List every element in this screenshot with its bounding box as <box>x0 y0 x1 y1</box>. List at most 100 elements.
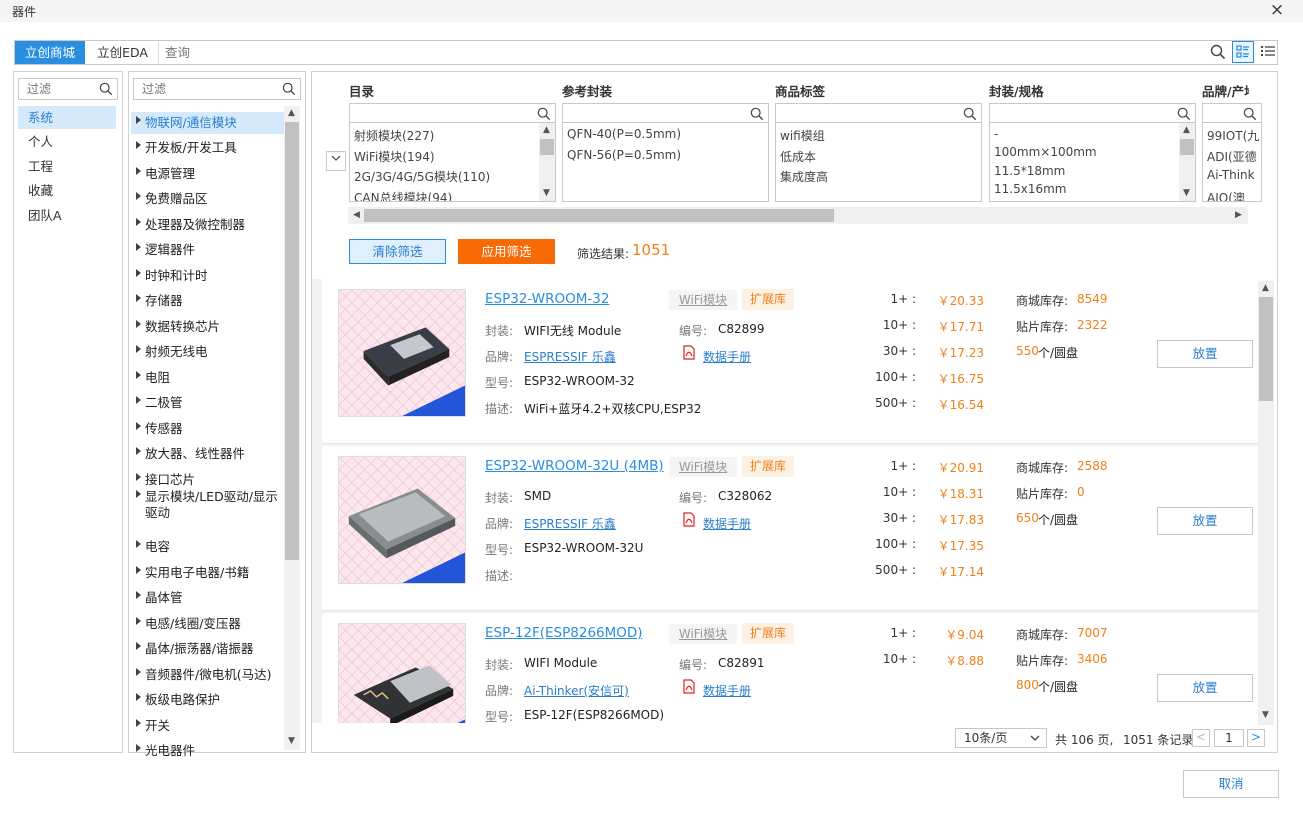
scrollbar-thumb[interactable] <box>540 139 554 155</box>
filter-column-search[interactable] <box>989 103 1196 124</box>
category-tag[interactable]: WiFi模块 <box>669 457 737 477</box>
filter-option[interactable]: wifi模组 <box>780 127 825 144</box>
scroll-up-icon[interactable]: ▲ <box>540 124 553 137</box>
filter-option[interactable]: ADI(亚德 <box>1207 148 1257 165</box>
category-item[interactable]: 免费赠品区 <box>131 188 284 210</box>
next-page-button[interactable]: > <box>1247 729 1265 747</box>
apply-filters-button[interactable]: 应用筛选 <box>458 239 555 264</box>
category-item[interactable]: 存储器 <box>131 290 284 312</box>
category-item[interactable]: 晶体管 <box>131 587 284 609</box>
filter-option[interactable]: 2G/3G/4G/5G模块(110) <box>354 168 490 185</box>
brand-value-link[interactable]: ESPRESSIF 乐鑫 <box>524 515 616 532</box>
scroll-up-icon[interactable]: ▲ <box>1259 282 1272 295</box>
filter-option[interactable]: 11.5x16mm <box>994 182 1066 196</box>
list-view-icon[interactable] <box>1258 41 1280 63</box>
filter-option[interactable]: WiFi模块(194) <box>354 148 435 165</box>
scroll-down-icon[interactable]: ▼ <box>540 187 553 200</box>
product-name-link[interactable]: ESP32-WROOM-32U (4MB) <box>485 458 664 474</box>
scroll-right-icon[interactable]: ▶ <box>1232 209 1245 222</box>
filter-option[interactable]: 100mm×100mm <box>994 145 1097 159</box>
category-filter-input[interactable] <box>142 81 259 97</box>
category-item[interactable]: 电容 <box>131 536 284 558</box>
category-item[interactable]: 音频器件/微电机(马达) <box>131 664 284 686</box>
scroll-down-icon[interactable]: ▼ <box>1259 709 1272 722</box>
category-item[interactable]: 电源管理 <box>131 163 284 185</box>
search-input[interactable] <box>165 43 1205 62</box>
library-item-personal[interactable]: 个人 <box>18 130 116 153</box>
datasheet-link[interactable]: 数据手册 <box>703 515 751 532</box>
category-item[interactable]: 实用电子电器/书籍 <box>131 562 284 584</box>
scrollbar-thumb[interactable] <box>364 209 834 222</box>
filter-column-search[interactable] <box>1202 103 1262 124</box>
filter-option[interactable]: 集成度高 <box>780 168 828 185</box>
filter-option[interactable]: QFN-56(P=0.5mm) <box>567 148 681 162</box>
filter-column-input[interactable] <box>998 106 1142 122</box>
library-item-team[interactable]: 团队A <box>18 204 116 227</box>
place-button[interactable]: 放置 <box>1157 507 1253 535</box>
page-number-input[interactable]: 1 <box>1214 729 1244 747</box>
category-item[interactable]: 开发板/开发工具 <box>131 137 284 159</box>
category-item[interactable]: 板级电路保护 <box>131 689 284 711</box>
pdf-icon[interactable] <box>683 512 695 527</box>
library-item-system[interactable]: 系统 <box>18 106 116 129</box>
library-item-favorites[interactable]: 收藏 <box>18 179 116 202</box>
category-item[interactable]: 数据转换芯片 <box>131 316 284 338</box>
search-icon[interactable] <box>282 82 296 99</box>
category-item[interactable]: 光电器件 <box>131 740 284 762</box>
filter-column-search[interactable] <box>775 103 982 124</box>
category-item[interactable]: 放大器、线性器件 <box>131 443 284 465</box>
pdf-icon[interactable] <box>683 345 695 360</box>
category-item[interactable]: 物联网/通信模块 <box>131 112 284 134</box>
category-item[interactable]: 时钟和计时 <box>131 265 284 287</box>
scrollbar-thumb[interactable] <box>1259 297 1273 401</box>
datasheet-link[interactable]: 数据手册 <box>703 682 751 699</box>
scroll-down-icon[interactable]: ▼ <box>285 735 298 748</box>
pdf-icon[interactable] <box>683 679 695 694</box>
category-tag[interactable]: WiFi模块 <box>669 290 737 310</box>
category-item[interactable]: 电感/线圈/变压器 <box>131 613 284 635</box>
category-item[interactable]: 晶体/振荡器/谐振器 <box>131 638 284 660</box>
page-size-select[interactable]: 10条/页 <box>955 728 1047 748</box>
filter-option[interactable]: CAN总线模块(94) <box>354 189 452 201</box>
category-scrollbar[interactable]: ▲ ▼ <box>284 106 300 750</box>
scrollbar-thumb[interactable] <box>1180 139 1194 155</box>
scroll-down-icon[interactable]: ▼ <box>1180 187 1193 200</box>
filter-option[interactable]: AIO(澳 <box>1207 189 1245 201</box>
category-item[interactable]: 开关 <box>131 715 284 737</box>
filter-option[interactable]: QFN-40(P=0.5mm) <box>567 127 681 141</box>
filter-column-search[interactable] <box>349 103 556 124</box>
card-view-icon[interactable] <box>1232 41 1254 63</box>
category-item[interactable]: 显示模块/LED驱动/显示驱动 <box>131 486 284 524</box>
library-item-project[interactable]: 工程 <box>18 155 116 178</box>
category-item[interactable]: 逻辑器件 <box>131 239 284 261</box>
filter-option[interactable]: 低成本 <box>780 148 816 165</box>
product-name-link[interactable]: ESP-12F(ESP8266MOD) <box>485 625 643 641</box>
filter-hscrollbar[interactable]: ◀ ▶ <box>348 207 1248 224</box>
cancel-button[interactable]: 取消 <box>1183 770 1279 798</box>
category-item[interactable]: 传感器 <box>131 418 284 440</box>
product-scrollbar[interactable]: ▲ ▼ <box>1258 281 1274 725</box>
prev-page-button[interactable]: < <box>1192 729 1210 747</box>
expand-filters-icon[interactable] <box>326 151 346 171</box>
tab-lceda[interactable]: 立创EDA <box>87 41 159 64</box>
place-button[interactable]: 放置 <box>1157 674 1253 702</box>
scroll-left-icon[interactable]: ◀ <box>350 209 363 222</box>
scrollbar-thumb[interactable] <box>285 122 299 560</box>
brand-value-link[interactable]: ESPRESSIF 乐鑫 <box>524 348 616 365</box>
scroll-up-icon[interactable]: ▲ <box>285 107 298 120</box>
filter-scrollbar[interactable]: ▲ ▼ <box>1179 123 1195 201</box>
scroll-up-icon[interactable]: ▲ <box>1180 124 1193 137</box>
product-name-link[interactable]: ESP32-WROOM-32 <box>485 291 609 307</box>
close-icon[interactable]: × <box>1266 0 1288 22</box>
category-item[interactable]: 二极管 <box>131 392 284 414</box>
tab-lcsc-mall[interactable]: 立创商城 <box>15 41 85 64</box>
library-filter-input[interactable] <box>27 81 96 97</box>
filter-option[interactable]: Ai-Think <box>1207 168 1255 182</box>
category-tag[interactable]: WiFi模块 <box>669 624 737 644</box>
category-filter[interactable] <box>133 78 301 100</box>
search-icon[interactable] <box>1210 44 1226 63</box>
filter-column-input[interactable] <box>571 106 715 122</box>
filter-option[interactable]: 99IOT(九 <box>1207 127 1259 144</box>
category-item[interactable]: 射频无线电 <box>131 341 284 363</box>
category-item[interactable]: 处理器及微控制器 <box>131 214 284 236</box>
